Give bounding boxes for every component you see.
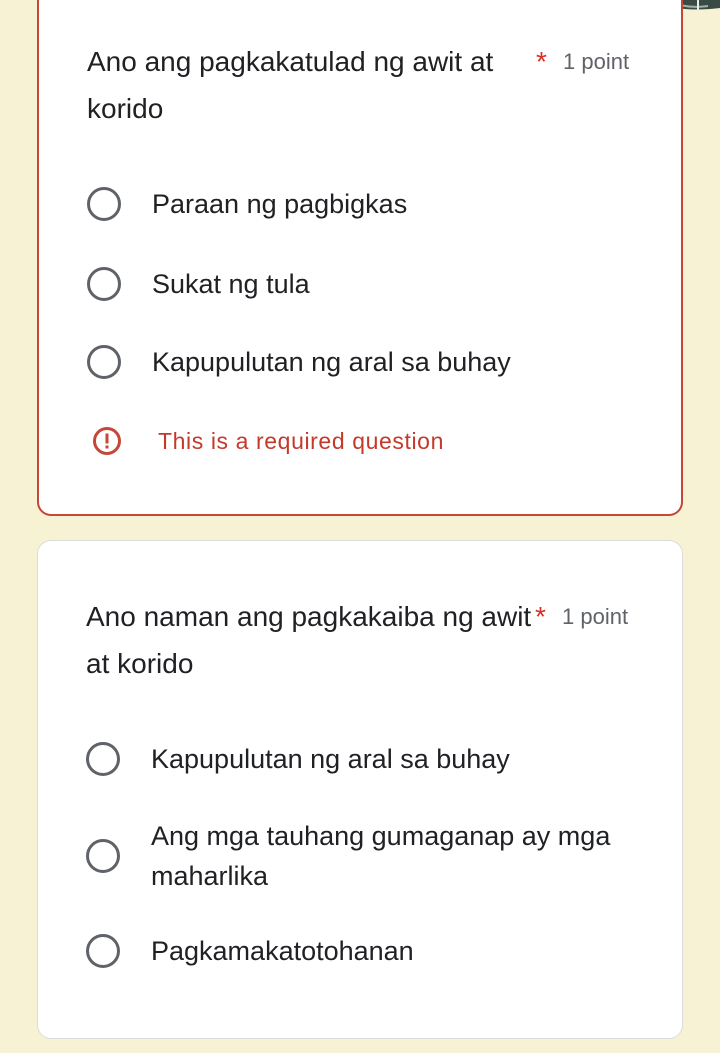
points-label: 1 point xyxy=(562,604,629,629)
option-kapupulutan-ng-aral[interactable]: Kapupulutan ng aral sa buhay xyxy=(86,739,642,779)
radio-button[interactable] xyxy=(87,187,121,221)
question-header: Ano ang pagkakatulad ng awit at korido *… xyxy=(87,38,635,132)
option-label: Pagkamakatotohanan xyxy=(151,936,414,966)
option-kapupulutan-ng-aral[interactable]: Kapupulutan ng aral sa buhay xyxy=(87,342,641,382)
option-sukat-ng-tula[interactable]: Sukat ng tula xyxy=(87,264,641,304)
required-error-message: This is a required question xyxy=(92,426,444,456)
option-label: Kapupulutan ng aral sa buhay xyxy=(151,744,510,774)
radio-button[interactable] xyxy=(86,742,120,776)
radio-button[interactable] xyxy=(87,267,121,301)
error-exclamation-icon xyxy=(93,427,121,455)
required-asterisk: * xyxy=(535,601,546,632)
radio-button[interactable] xyxy=(87,345,121,379)
question-title: Ano ang pagkakatulad ng awit at korido xyxy=(87,46,494,124)
option-pagkamakatotohanan[interactable]: Pagkamakatotohanan xyxy=(86,931,642,971)
option-label: Kapupulutan ng aral sa buhay xyxy=(152,347,511,377)
question-card-1: Ano ang pagkakatulad ng awit at korido *… xyxy=(37,0,683,516)
option-label: Sukat ng tula xyxy=(152,269,310,299)
question-title: Ano naman ang pagkakaiba ng awit at kori… xyxy=(86,601,532,679)
radio-button[interactable] xyxy=(86,839,120,873)
option-paraan-ng-pagbigkas[interactable]: Paraan ng pagbigkas xyxy=(87,184,641,224)
required-asterisk: * xyxy=(536,46,547,77)
option-label: Ang mga tauhang gumaganap ay mga maharli… xyxy=(151,821,611,891)
radio-button[interactable] xyxy=(86,934,120,968)
option-tauhang-maharlika[interactable]: Ang mga tauhang gumaganap ay mga maharli… xyxy=(86,816,642,896)
question-card-2: Ano naman ang pagkakaiba ng awit at kori… xyxy=(37,540,683,1039)
question-header: Ano naman ang pagkakaiba ng awit at kori… xyxy=(86,593,636,687)
error-text: This is a required question xyxy=(158,427,444,454)
option-label: Paraan ng pagbigkas xyxy=(152,189,408,219)
points-label: 1 point xyxy=(563,49,630,74)
